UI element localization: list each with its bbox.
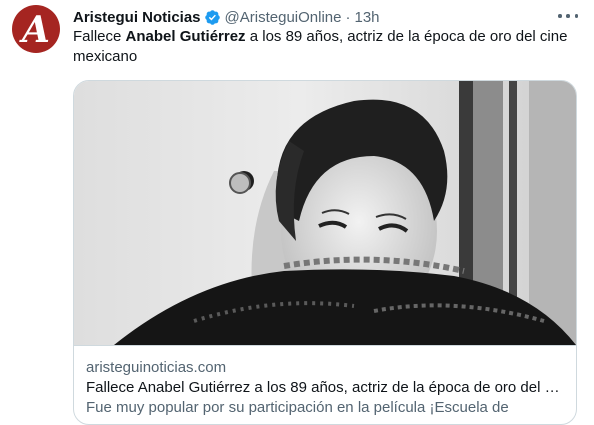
card-title: Fallece Anabel Gutiérrez a los 89 años, … xyxy=(86,379,564,396)
card-domain: aristeguinoticias.com xyxy=(86,359,227,376)
separator-dot: · xyxy=(345,8,351,26)
tweet-text: Fallece Anabel Gutiérrez a los 89 años, … xyxy=(73,27,573,67)
tweet-timestamp[interactable]: 13h xyxy=(354,9,379,26)
card-description: Fue muy popular por su participación en … xyxy=(86,399,509,416)
tweet-text-bold: Anabel Gutiérrez xyxy=(125,28,246,45)
link-preview-card[interactable]: aristeguinoticias.com Fallece Anabel Gut… xyxy=(73,80,577,425)
card-body: aristeguinoticias.com Fallece Anabel Gut… xyxy=(74,345,576,418)
more-options-icon[interactable] xyxy=(558,8,578,24)
author-handle[interactable]: @AristeguiOnline xyxy=(225,9,342,26)
author-name[interactable]: Aristegui Noticias xyxy=(73,9,201,26)
card-photo xyxy=(74,81,576,345)
tweet-text-start: Fallece xyxy=(73,28,126,45)
avatar[interactable]: A xyxy=(12,5,60,53)
verified-badge-icon xyxy=(204,9,221,26)
avatar-logo-letter: A xyxy=(22,9,50,51)
tweet-header: Aristegui Noticias @AristeguiOnline · 13… xyxy=(73,7,380,27)
